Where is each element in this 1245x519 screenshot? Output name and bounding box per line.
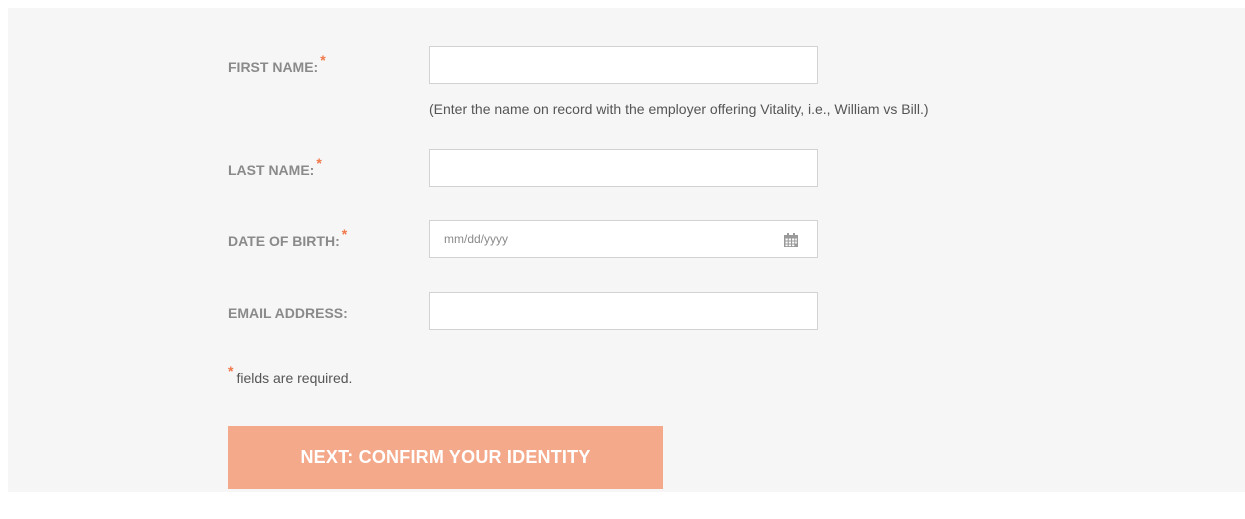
last-name-input[interactable] <box>430 150 817 186</box>
dob-field[interactable] <box>429 220 818 258</box>
first-name-input[interactable] <box>430 47 817 83</box>
calendar-icon[interactable] <box>783 232 799 248</box>
required-asterisk: * <box>228 363 234 379</box>
email-label: EMAIL ADDRESS: <box>228 305 348 321</box>
last-name-field[interactable] <box>429 149 818 187</box>
next-confirm-identity-button[interactable]: NEXT: CONFIRM YOUR IDENTITY <box>228 426 663 489</box>
email-input[interactable] <box>430 293 817 329</box>
first-name-label: FIRST NAME: * <box>228 52 326 75</box>
required-note: * fields are required. <box>228 363 353 386</box>
last-name-label: LAST NAME: * <box>228 155 322 178</box>
form-panel: FIRST NAME: * (Enter the name on record w… <box>8 8 1245 492</box>
dob-input[interactable] <box>430 221 817 257</box>
required-asterisk: * <box>341 226 348 242</box>
required-asterisk: * <box>316 155 322 171</box>
required-note-text: fields are required. <box>236 370 353 386</box>
first-name-field[interactable] <box>429 46 818 84</box>
dob-label: DATE OF BIRTH: * <box>228 226 348 249</box>
required-asterisk: * <box>320 52 326 68</box>
email-field[interactable] <box>429 292 818 330</box>
first-name-hint: (Enter the name on record with the emplo… <box>429 101 929 117</box>
